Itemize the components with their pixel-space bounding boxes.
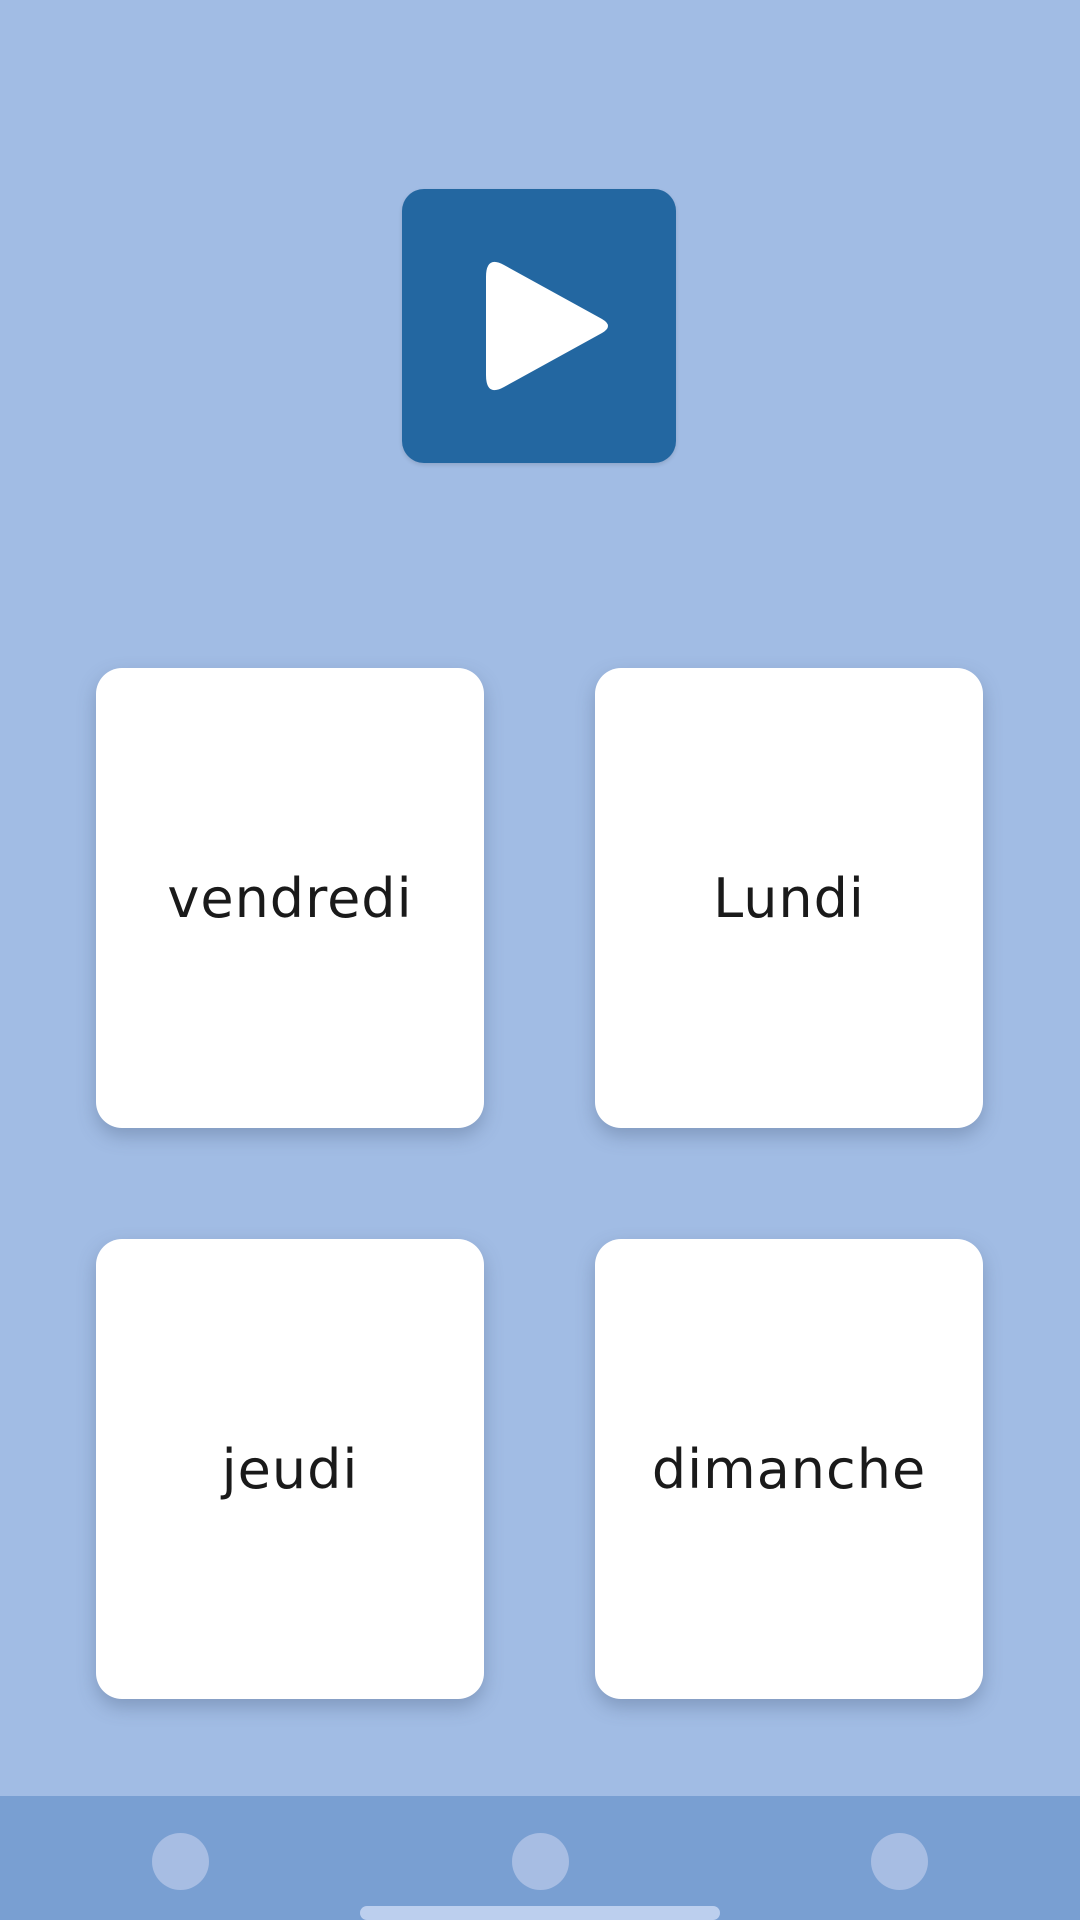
play-audio-button[interactable] (402, 189, 676, 463)
play-icon (486, 261, 608, 391)
answer-card-dimanche[interactable]: dimanche (595, 1239, 983, 1699)
card-label: vendredi (167, 866, 413, 930)
answer-card-vendredi[interactable]: vendredi (96, 668, 484, 1128)
card-label: jeudi (221, 1437, 359, 1501)
answer-card-jeudi[interactable]: jeudi (96, 1239, 484, 1699)
home-indicator[interactable] (360, 1906, 720, 1920)
answer-card-lundi[interactable]: Lundi (595, 668, 983, 1128)
card-label: Lundi (713, 866, 865, 930)
card-label: dimanche (651, 1437, 927, 1501)
nav-button-right[interactable] (871, 1833, 928, 1890)
nav-button-center[interactable] (512, 1833, 569, 1890)
nav-button-left[interactable] (152, 1833, 209, 1890)
